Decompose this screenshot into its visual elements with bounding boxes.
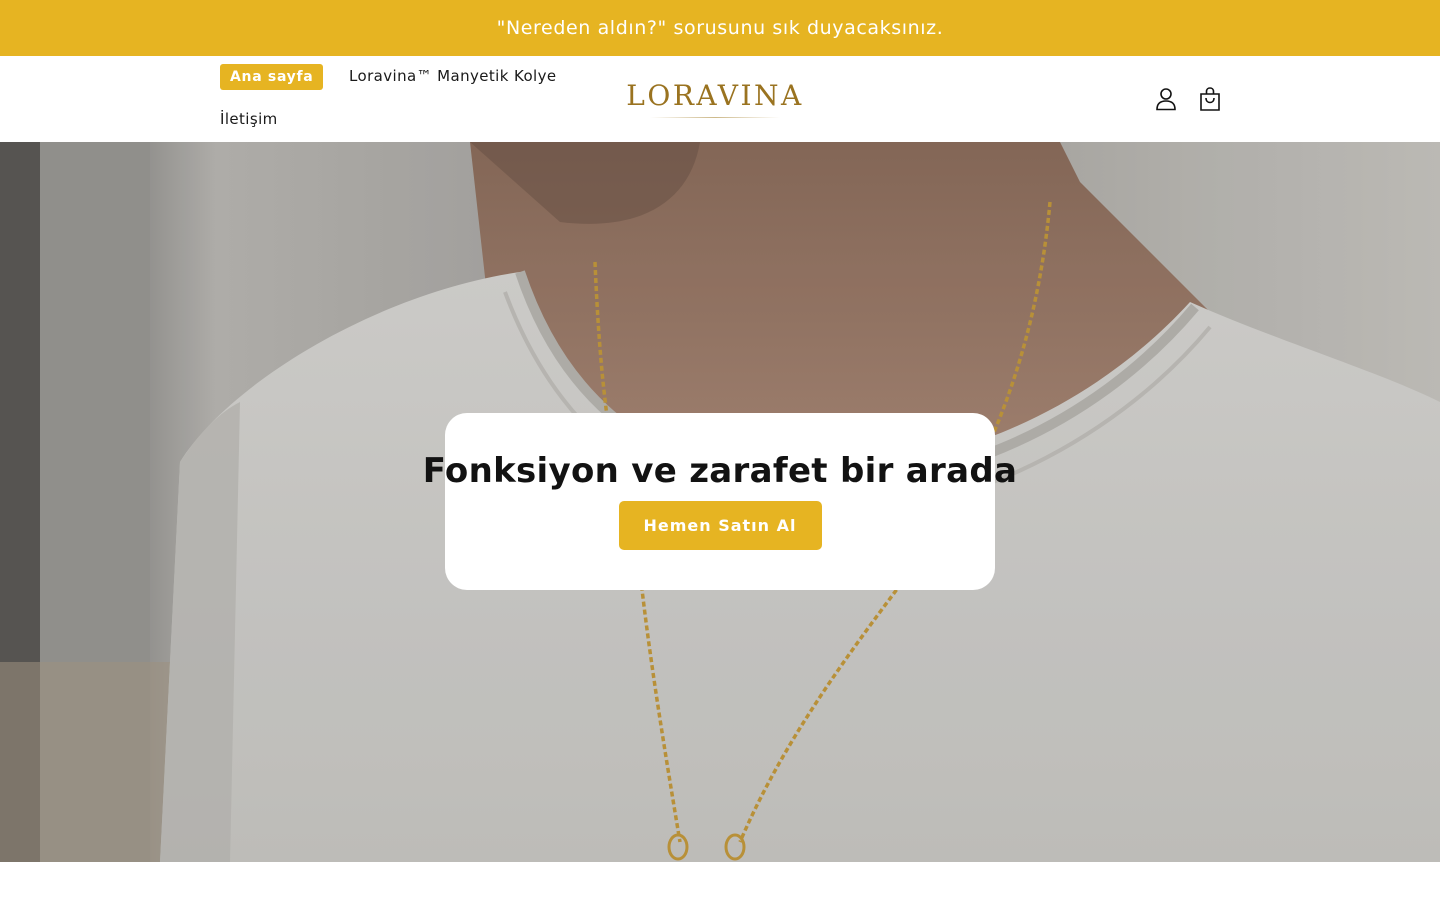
account-icon[interactable] xyxy=(1152,84,1180,114)
nav-link-necklace[interactable]: Loravina™ Manyetik Kolye xyxy=(349,67,557,85)
logo-text: LORAVINA xyxy=(626,79,804,112)
cart-icon[interactable] xyxy=(1196,84,1224,114)
logo-underline xyxy=(650,117,780,118)
buy-now-button[interactable]: Hemen Satın Al xyxy=(618,501,822,550)
hero-card: Fonksiyon ve zarafet bir arada Hemen Sat… xyxy=(423,413,1017,590)
announcement-text: "Nereden aldın?" sorusunu sık duyacaksın… xyxy=(496,17,944,39)
announcement-bar: "Nereden aldın?" sorusunu sık duyacaksın… xyxy=(0,0,1440,56)
site-logo[interactable]: LORAVINA xyxy=(620,78,810,122)
hero-title: Fonksiyon ve zarafet bir arada xyxy=(422,451,1018,491)
site-header: Ana sayfa Loravina™ Manyetik Kolye İleti… xyxy=(0,56,1440,142)
nav-link-contact[interactable]: İletişim xyxy=(220,110,278,128)
hero-banner: Fonksiyon ve zarafet bir arada Hemen Sat… xyxy=(0,142,1440,862)
nav-link-home[interactable]: Ana sayfa xyxy=(220,64,324,90)
